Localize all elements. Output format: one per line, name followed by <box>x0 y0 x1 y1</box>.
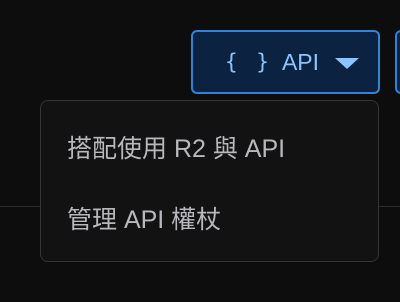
api-button-label: API <box>281 48 320 75</box>
api-dropdown-button[interactable]: { } API <box>191 30 380 94</box>
menu-item-manage-api-tokens[interactable]: 管理 API 權杖 <box>41 182 378 253</box>
api-dropdown-menu: 搭配使用 R2 與 API 管理 API 權杖 <box>40 100 379 262</box>
braces-icon: { } <box>225 49 272 74</box>
caret-down-icon <box>335 58 360 69</box>
adjacent-button[interactable] <box>395 30 400 94</box>
menu-item-use-r2-with-api[interactable]: 搭配使用 R2 與 API <box>41 111 378 182</box>
